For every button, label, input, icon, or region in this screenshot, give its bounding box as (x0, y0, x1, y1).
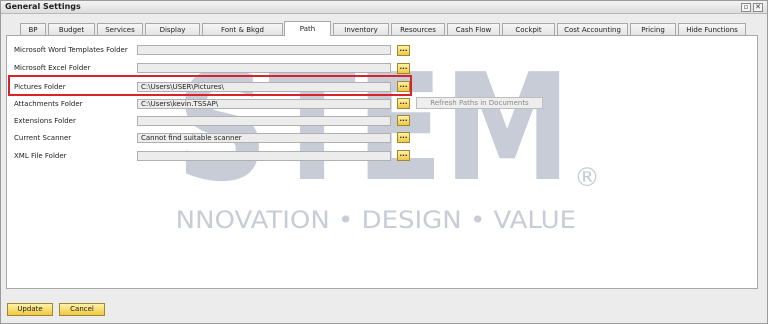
current-scanner-field[interactable]: Cannot find suitable scanner (137, 133, 391, 143)
minimize-icon[interactable]: ▫ (741, 3, 751, 12)
general-settings-window: General Settings ▫ ✕ BP Budget Services … (0, 0, 768, 324)
excel-folder-label: Microsoft Excel Folder (14, 64, 91, 72)
pictures-folder-label: Pictures Folder (14, 83, 66, 91)
word-templates-browse-button[interactable]: ... (397, 45, 410, 56)
title-bar: General Settings ▫ ✕ (1, 1, 767, 14)
extensions-folder-label: Extensions Folder (14, 117, 76, 125)
attachments-folder-browse-button[interactable]: ... (397, 98, 410, 109)
xml-folder-browse-button[interactable]: ... (397, 150, 410, 161)
close-icon[interactable]: ✕ (753, 3, 763, 12)
pictures-folder-browse-button[interactable]: ... (397, 81, 410, 92)
cancel-button[interactable]: Cancel (59, 303, 105, 316)
attachments-folder-label: Attachments Folder (14, 100, 83, 108)
word-templates-label: Microsoft Word Templates Folder (14, 46, 128, 54)
pictures-folder-field[interactable]: C:\Users\USER\Pictures\ (137, 82, 391, 92)
window-title: General Settings (5, 2, 81, 11)
excel-folder-browse-button[interactable]: ... (397, 63, 410, 74)
tab-path[interactable]: Path (284, 21, 331, 36)
xml-folder-label: XML File Folder (14, 152, 67, 160)
word-templates-field[interactable] (137, 45, 391, 55)
extensions-folder-browse-button[interactable]: ... (397, 115, 410, 126)
xml-folder-field[interactable] (137, 151, 391, 161)
refresh-paths-button[interactable]: Refresh Paths in Documents (416, 97, 543, 109)
extensions-folder-field[interactable] (137, 116, 391, 126)
update-button[interactable]: Update (7, 303, 53, 316)
excel-folder-field[interactable] (137, 63, 391, 73)
attachments-folder-field[interactable]: C:\Users\kevin.TSSAP\ (137, 99, 391, 109)
path-tab-panel (6, 35, 758, 289)
current-scanner-label: Current Scanner (14, 134, 72, 142)
current-scanner-browse-button[interactable]: ... (397, 132, 410, 143)
